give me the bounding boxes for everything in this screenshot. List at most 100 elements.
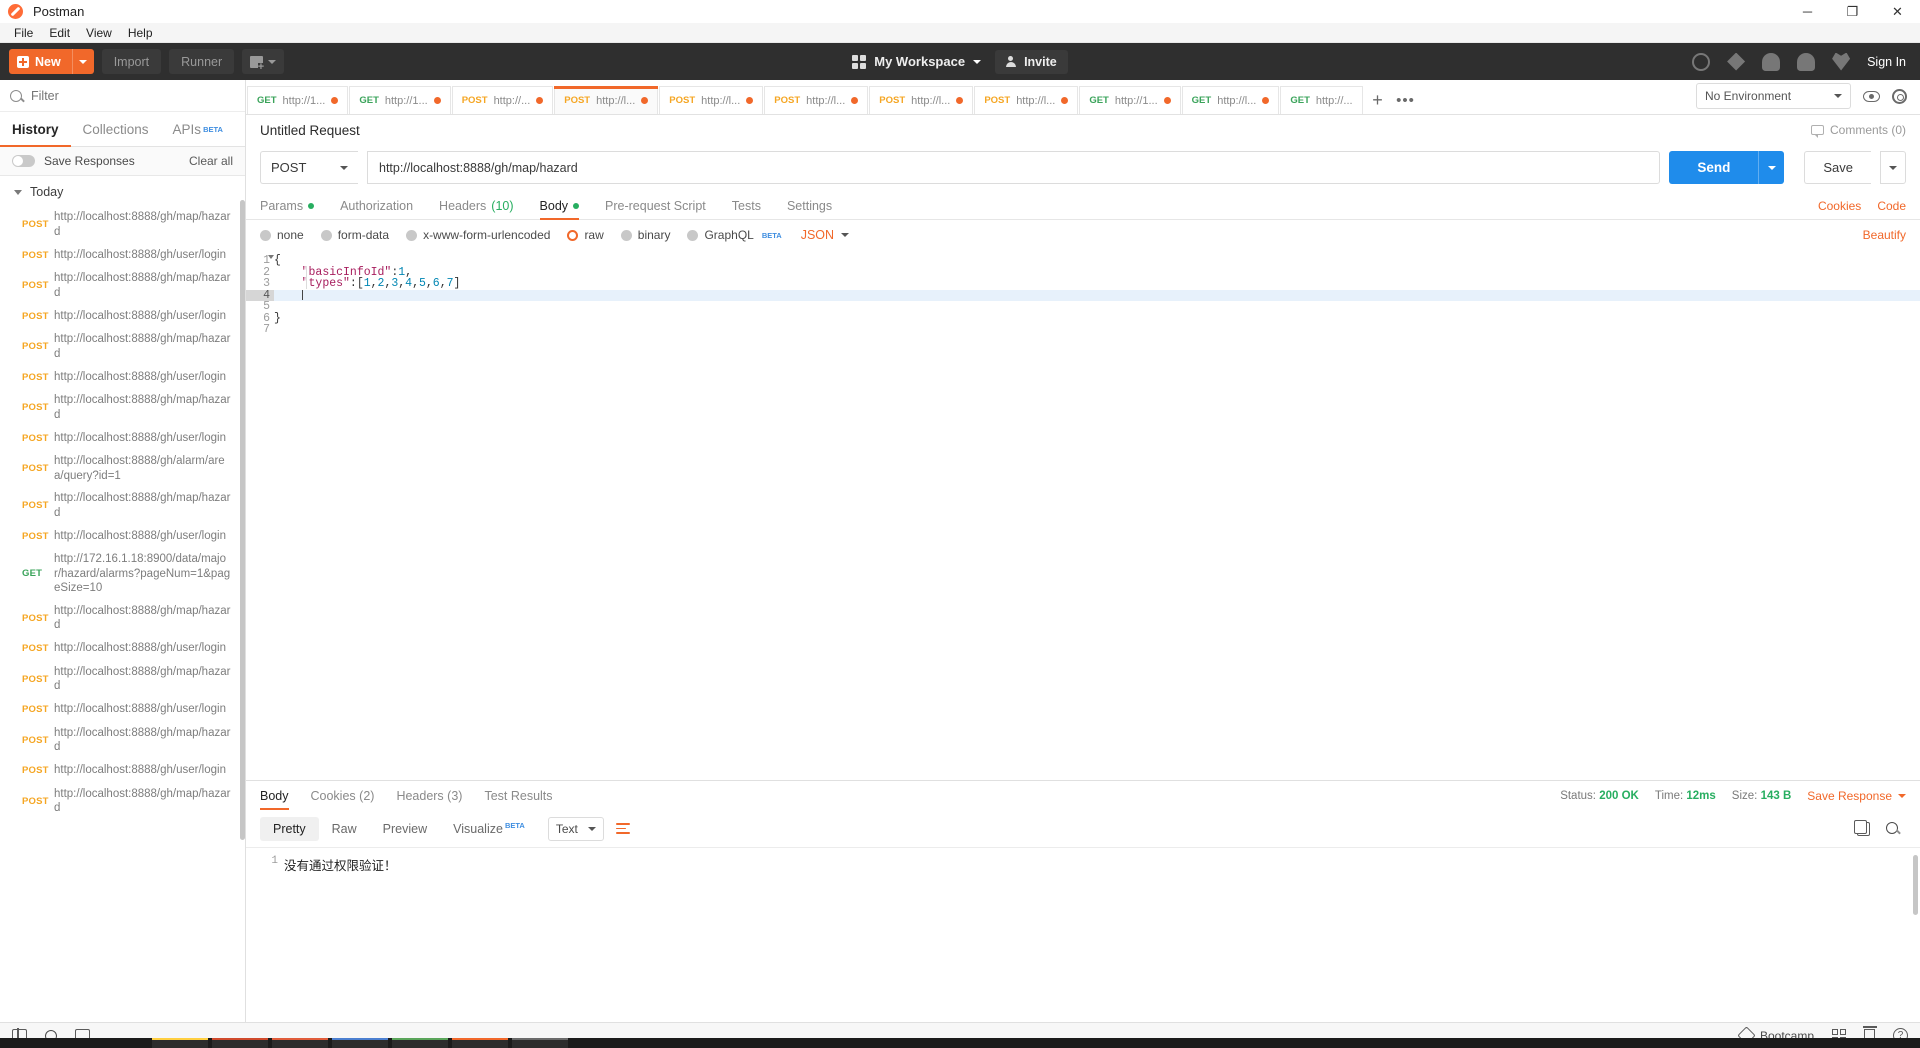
sign-in-button[interactable]: Sign In [1867, 55, 1906, 69]
raw-format-select[interactable]: JSON [801, 228, 850, 242]
request-tab[interactable]: POST http://l... [554, 86, 659, 114]
save-responses-toggle[interactable] [12, 155, 35, 167]
cookies-link[interactable]: Cookies [1818, 199, 1861, 213]
history-item[interactable]: POST http://localhost:8888/gh/map/hazard [0, 328, 245, 365]
history-item[interactable]: POST http://localhost:8888/gh/user/login [0, 365, 245, 389]
sync-status-icon[interactable] [1692, 52, 1711, 71]
history-group-today[interactable]: Today [0, 176, 245, 206]
request-title[interactable]: Untitled Request [260, 123, 360, 138]
body-type-raw[interactable]: raw [567, 228, 604, 242]
sidebar-tab-apis[interactable]: APIs BETA [161, 112, 235, 146]
sidebar-tab-collections[interactable]: Collections [71, 112, 161, 146]
gear-icon[interactable] [1892, 88, 1907, 104]
menu-view[interactable]: View [78, 23, 120, 43]
filter-input[interactable] [31, 88, 235, 103]
send-button[interactable]: Send [1669, 151, 1759, 184]
copy-icon[interactable] [1854, 819, 1870, 836]
taskbar-item[interactable] [272, 1038, 328, 1048]
tab-settings[interactable]: Settings [787, 199, 832, 219]
history-item[interactable]: POST http://localhost:8888/gh/map/hazard [0, 783, 245, 820]
body-type-form-data[interactable]: form-data [320, 228, 389, 242]
sidebar-tab-history[interactable]: History [0, 112, 71, 147]
bell-alert-icon[interactable] [1762, 52, 1781, 71]
save-response-button[interactable]: Save Response [1807, 789, 1906, 803]
clear-all-button[interactable]: Clear all [189, 154, 233, 168]
new-button-main[interactable]: New [9, 49, 72, 74]
taskbar-item[interactable] [212, 1038, 268, 1048]
body-type-urlencoded[interactable]: x-www-form-urlencoded [406, 228, 550, 242]
taskbar-item[interactable] [152, 1038, 208, 1048]
satellite-icon[interactable] [1727, 52, 1746, 71]
format-tab-raw[interactable]: Raw [319, 817, 370, 841]
method-select[interactable]: POST [260, 151, 358, 184]
format-tab-preview[interactable]: Preview [370, 817, 440, 841]
history-item[interactable]: POST http://localhost:8888/gh/map/hazard [0, 661, 245, 698]
taskbar-item[interactable] [392, 1038, 448, 1048]
request-tab[interactable]: GET http://l... [1181, 86, 1280, 114]
tab-options-button[interactable]: ••• [1392, 86, 1420, 114]
format-tab-pretty[interactable]: Pretty [260, 816, 319, 841]
workspace-button[interactable]: My Workspace [852, 54, 982, 69]
code-link[interactable]: Code [1877, 199, 1906, 213]
history-item[interactable]: POST http://localhost:8888/gh/user/login [0, 304, 245, 328]
search-icon[interactable] [1886, 821, 1898, 834]
menu-help[interactable]: Help [120, 23, 161, 43]
tab-params[interactable]: Params [260, 199, 315, 219]
tab-tests[interactable]: Tests [732, 199, 761, 219]
history-item[interactable]: POST http://localhost:8888/gh/map/hazard [0, 267, 245, 304]
history-item[interactable]: POST http://localhost:8888/gh/map/hazard [0, 487, 245, 524]
response-scrollbar[interactable] [1913, 855, 1918, 916]
new-tab-button[interactable]: + [1364, 86, 1392, 114]
request-tab[interactable]: GET http://... [1280, 86, 1363, 114]
taskbar-item[interactable] [332, 1038, 388, 1048]
response-tab-test-results[interactable]: Test Results [484, 781, 552, 810]
history-item[interactable]: POST http://localhost:8888/gh/alarm/area/… [0, 450, 245, 487]
response-tab-headers[interactable]: Headers (3) [396, 781, 462, 810]
heart-icon[interactable] [1832, 52, 1851, 71]
comments-button[interactable]: Comments (0) [1810, 123, 1906, 138]
history-item[interactable]: POST http://localhost:8888/gh/map/hazard [0, 389, 245, 426]
invite-button[interactable]: Invite [995, 49, 1068, 74]
history-item[interactable]: POST http://localhost:8888/gh/map/hazard [0, 722, 245, 759]
tab-pre-request-script[interactable]: Pre-request Script [605, 199, 706, 219]
taskbar-item[interactable] [512, 1038, 568, 1048]
response-body[interactable]: 1 没有通过权限验证！ [246, 847, 1920, 1022]
maximize-button[interactable]: ❐ [1830, 0, 1875, 23]
save-options-button[interactable] [1880, 151, 1906, 184]
history-item[interactable]: POST http://localhost:8888/gh/map/hazard [0, 206, 245, 243]
close-button[interactable]: ✕ [1875, 0, 1920, 23]
history-item[interactable]: POST http://localhost:8888/gh/map/hazard [0, 600, 245, 637]
request-tab[interactable]: GET http://1... [247, 86, 349, 114]
taskbar-item[interactable] [452, 1038, 508, 1048]
new-button[interactable]: New [9, 49, 94, 74]
tab-body[interactable]: Body [539, 199, 580, 220]
history-item[interactable]: POST http://localhost:8888/gh/user/login [0, 637, 245, 661]
minimize-button[interactable]: ─ [1785, 0, 1830, 23]
request-body-editor[interactable]: 1 2 3 4 5 6 7 { "basicInfoId":1, "types"… [246, 249, 1920, 780]
body-type-graphql[interactable]: GraphQL BETA [687, 228, 782, 242]
response-body-format-select[interactable]: Text [547, 816, 604, 841]
request-tab[interactable]: POST http://l... [764, 86, 869, 114]
tab-authorization[interactable]: Authorization [340, 199, 413, 219]
body-type-none[interactable]: none [260, 228, 304, 242]
request-tab[interactable]: POST http://l... [659, 86, 764, 114]
word-wrap-icon[interactable] [615, 818, 638, 840]
editor-code-area[interactable]: { "basicInfoId":1, "types":[1,2,3,4,5,6,… [274, 249, 1920, 780]
runner-button[interactable]: Runner [169, 49, 235, 74]
environment-select[interactable]: No Environment [1696, 83, 1851, 109]
new-dropdown-button[interactable] [71, 49, 94, 74]
menu-file[interactable]: File [6, 23, 41, 43]
format-tab-visualize[interactable]: Visualize BETA [440, 816, 538, 841]
history-item[interactable]: POST http://localhost:8888/gh/user/login [0, 426, 245, 450]
send-options-button[interactable] [1758, 151, 1785, 184]
beautify-button[interactable]: Beautify [1863, 228, 1906, 242]
body-type-binary[interactable]: binary [620, 228, 670, 242]
new-window-button[interactable] [242, 49, 285, 74]
request-tab[interactable]: POST http://... [451, 86, 554, 114]
history-item[interactable]: POST http://localhost:8888/gh/user/login [0, 698, 245, 722]
history-item[interactable]: POST http://localhost:8888/gh/user/login [0, 759, 245, 783]
url-input[interactable] [367, 151, 1661, 184]
menu-edit[interactable]: Edit [41, 23, 78, 43]
history-item[interactable]: GET http://172.16.1.18:8900/data/major/ha… [0, 548, 245, 600]
notification-bell-icon[interactable] [1797, 52, 1816, 71]
